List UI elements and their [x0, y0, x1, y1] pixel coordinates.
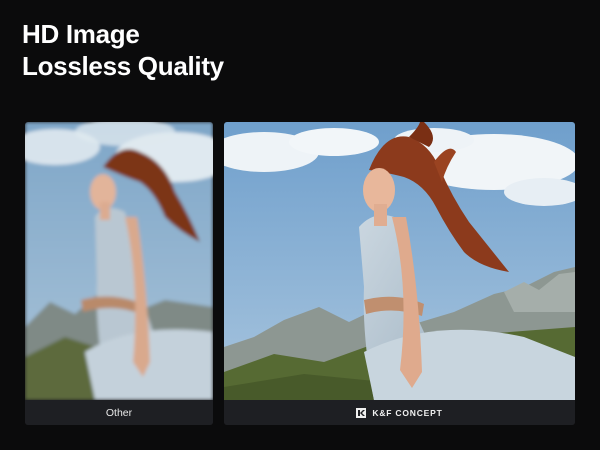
kf-logo-icon — [356, 407, 367, 418]
comparison-panel-kf-concept: K&F CONCEPT — [224, 122, 575, 425]
comparison-panel-other: Other — [25, 122, 213, 425]
woman-photo-illustration — [224, 122, 575, 400]
photo-kf-concept-sharp — [224, 122, 575, 400]
caption-bar-other: Other — [25, 400, 213, 425]
brand-name: K&F CONCEPT — [372, 407, 443, 418]
caption-other: Other — [105, 406, 133, 419]
headline: HD Image Lossless Quality — [22, 18, 224, 82]
photo-other-blurred — [25, 122, 213, 400]
woman-photo-illustration — [25, 122, 213, 400]
headline-line-2: Lossless Quality — [22, 51, 224, 81]
headline-line-1: HD Image — [22, 19, 140, 49]
caption-bar-kf-concept: K&F CONCEPT — [224, 400, 575, 425]
